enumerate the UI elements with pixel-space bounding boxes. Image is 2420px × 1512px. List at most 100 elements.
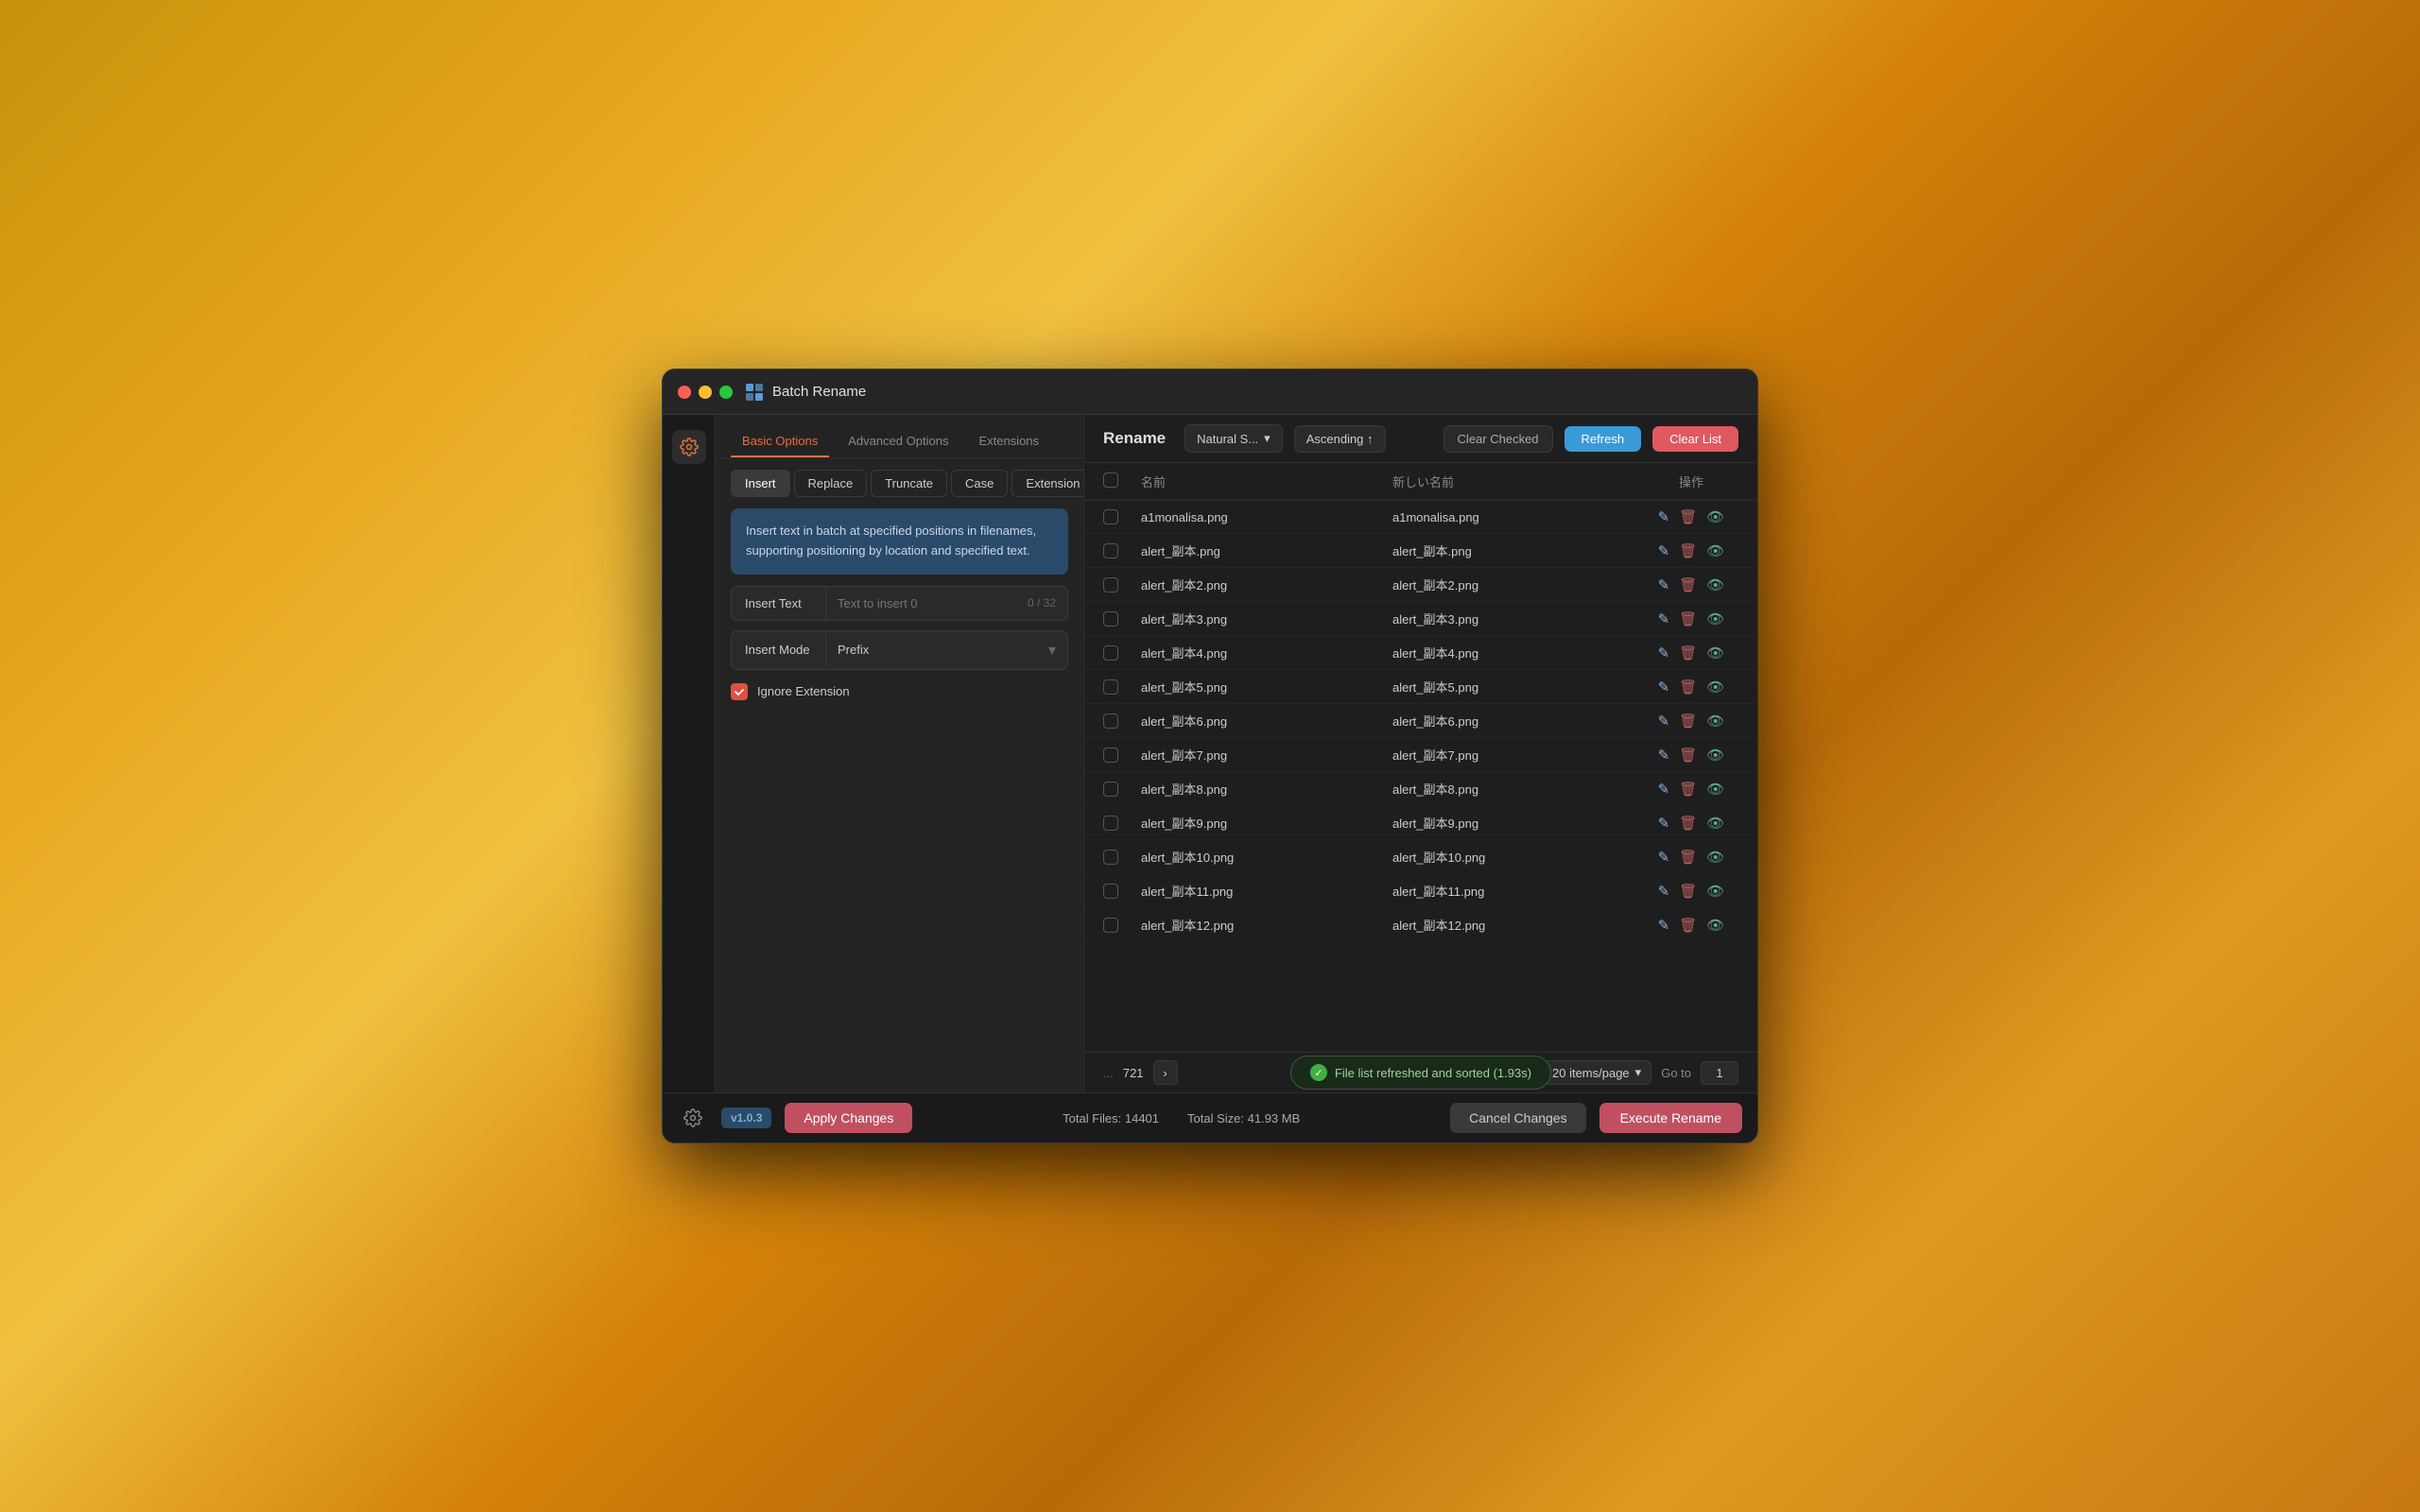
row-checkbox-3[interactable] [1103, 611, 1118, 627]
sidebar-gear-icon[interactable] [672, 430, 706, 464]
opt-tab-replace[interactable]: Replace [794, 470, 868, 497]
row-checkbox-7[interactable] [1103, 747, 1118, 763]
close-button[interactable] [678, 386, 691, 399]
insert-text-row: Insert Text 0 / 32 [731, 586, 1068, 621]
settings-icon-button[interactable] [678, 1103, 708, 1133]
th-new-name: 新しい名前 [1392, 472, 1644, 490]
preview-icon-12[interactable]: 👁 [1706, 917, 1724, 934]
row-newname-11: alert_副本11.png [1392, 882, 1644, 900]
row-newname-1: alert_副本.png [1392, 541, 1644, 559]
pagination-next-button[interactable]: › [1153, 1060, 1178, 1085]
insert-mode-chevron-icon: ▾ [1037, 631, 1067, 669]
edit-icon-12[interactable]: ✎ [1658, 917, 1670, 934]
row-checkbox-12[interactable] [1103, 918, 1118, 933]
insert-mode-row[interactable]: Insert Mode Prefix ▾ [731, 630, 1068, 670]
row-checkbox-11[interactable] [1103, 884, 1118, 899]
minimize-button[interactable] [699, 386, 712, 399]
delete-icon-4[interactable]: 🗑 [1679, 644, 1697, 662]
row-newname-9: alert_副本9.png [1392, 814, 1644, 832]
delete-icon-5[interactable]: 🗑 [1679, 679, 1697, 696]
delete-icon-11[interactable]: 🗑 [1679, 883, 1697, 900]
maximize-button[interactable] [719, 386, 733, 399]
sort-select[interactable]: Natural S... ▾ [1184, 424, 1283, 453]
preview-icon-0[interactable]: 👁 [1706, 508, 1724, 525]
edit-icon-5[interactable]: ✎ [1658, 679, 1670, 696]
items-per-page-select[interactable]: 20 items/page ▾ [1542, 1060, 1651, 1085]
row-checkbox-1[interactable] [1103, 543, 1118, 558]
header-checkbox[interactable] [1103, 472, 1118, 488]
row-checkbox-8[interactable] [1103, 782, 1118, 797]
delete-icon-1[interactable]: 🗑 [1679, 542, 1697, 559]
refresh-button[interactable]: Refresh [1564, 426, 1642, 452]
table-row: alert_副本7.png alert_副本7.png ✎ 🗑 👁 [1084, 738, 1757, 772]
row-checkbox-10[interactable] [1103, 850, 1118, 865]
toast-notification: ✓ File list refreshed and sorted (1.93s) [1290, 1056, 1551, 1090]
preview-icon-8[interactable]: 👁 [1706, 781, 1724, 798]
opt-tab-truncate[interactable]: Truncate [871, 470, 947, 497]
delete-icon-9[interactable]: 🗑 [1679, 815, 1697, 832]
left-panel: Basic Options Advanced Options Extension… [716, 415, 1084, 1092]
opt-tab-case[interactable]: Case [951, 470, 1008, 497]
preview-icon-11[interactable]: 👁 [1706, 883, 1724, 900]
edit-icon-0[interactable]: ✎ [1658, 508, 1670, 525]
preview-icon-9[interactable]: 👁 [1706, 815, 1724, 832]
preview-icon-3[interactable]: 👁 [1706, 610, 1724, 627]
edit-icon-10[interactable]: ✎ [1658, 849, 1670, 866]
preview-icon-7[interactable]: 👁 [1706, 747, 1724, 764]
row-filename-5: alert_副本5.png [1141, 678, 1392, 696]
delete-icon-3[interactable]: 🗑 [1679, 610, 1697, 627]
preview-icon-1[interactable]: 👁 [1706, 542, 1724, 559]
opt-tab-insert[interactable]: Insert [731, 470, 790, 497]
row-ops-12: ✎ 🗑 👁 [1644, 917, 1738, 934]
apply-changes-button[interactable]: Apply Changes [785, 1103, 912, 1133]
edit-icon-1[interactable]: ✎ [1658, 542, 1670, 559]
preview-icon-5[interactable]: 👁 [1706, 679, 1724, 696]
ignore-extension-checkbox[interactable] [731, 683, 748, 700]
row-check-cell [1103, 747, 1141, 763]
row-checkbox-2[interactable] [1103, 577, 1118, 593]
ignore-extension-row[interactable]: Ignore Extension [731, 679, 1068, 704]
row-ops-9: ✎ 🗑 👁 [1644, 815, 1738, 832]
edit-icon-6[interactable]: ✎ [1658, 713, 1670, 730]
delete-icon-10[interactable]: 🗑 [1679, 849, 1697, 866]
edit-icon-7[interactable]: ✎ [1658, 747, 1670, 764]
tab-extensions[interactable]: Extensions [967, 426, 1050, 457]
row-ops-5: ✎ 🗑 👁 [1644, 679, 1738, 696]
row-filename-2: alert_副本2.png [1141, 576, 1392, 593]
tab-advanced-options[interactable]: Advanced Options [837, 426, 959, 457]
sort-order-button[interactable]: Ascending ↑ [1294, 425, 1386, 453]
row-checkbox-6[interactable] [1103, 713, 1118, 729]
clear-list-button[interactable]: Clear List [1652, 426, 1738, 452]
delete-icon-7[interactable]: 🗑 [1679, 747, 1697, 764]
cancel-changes-button[interactable]: Cancel Changes [1450, 1103, 1586, 1133]
delete-icon-0[interactable]: 🗑 [1679, 508, 1697, 525]
row-checkbox-0[interactable] [1103, 509, 1118, 524]
edit-icon-8[interactable]: ✎ [1658, 781, 1670, 798]
edit-icon-4[interactable]: ✎ [1658, 644, 1670, 662]
row-checkbox-5[interactable] [1103, 679, 1118, 695]
row-checkbox-4[interactable] [1103, 645, 1118, 661]
goto-input[interactable] [1701, 1061, 1738, 1085]
table-row: alert_副本8.png alert_副本8.png ✎ 🗑 👁 [1084, 772, 1757, 806]
edit-icon-9[interactable]: ✎ [1658, 815, 1670, 832]
row-checkbox-9[interactable] [1103, 816, 1118, 831]
opt-tab-extension[interactable]: Extension [1011, 470, 1094, 497]
row-ops-3: ✎ 🗑 👁 [1644, 610, 1738, 627]
preview-icon-10[interactable]: 👁 [1706, 849, 1724, 866]
edit-icon-11[interactable]: ✎ [1658, 883, 1670, 900]
preview-icon-4[interactable]: 👁 [1706, 644, 1724, 662]
insert-text-input[interactable] [826, 587, 1016, 620]
delete-icon-8[interactable]: 🗑 [1679, 781, 1697, 798]
execute-rename-button[interactable]: Execute Rename [1599, 1103, 1742, 1133]
th-ops: 操作 [1644, 472, 1738, 490]
clear-checked-button[interactable]: Clear Checked [1443, 425, 1553, 453]
tab-basic-options[interactable]: Basic Options [731, 426, 829, 457]
delete-icon-2[interactable]: 🗑 [1679, 576, 1697, 593]
delete-icon-12[interactable]: 🗑 [1679, 917, 1697, 934]
preview-icon-2[interactable]: 👁 [1706, 576, 1724, 593]
edit-icon-2[interactable]: ✎ [1658, 576, 1670, 593]
delete-icon-6[interactable]: 🗑 [1679, 713, 1697, 730]
preview-icon-6[interactable]: 👁 [1706, 713, 1724, 730]
edit-icon-3[interactable]: ✎ [1658, 610, 1670, 627]
table-row: alert_副本6.png alert_副本6.png ✎ 🗑 👁 [1084, 704, 1757, 738]
